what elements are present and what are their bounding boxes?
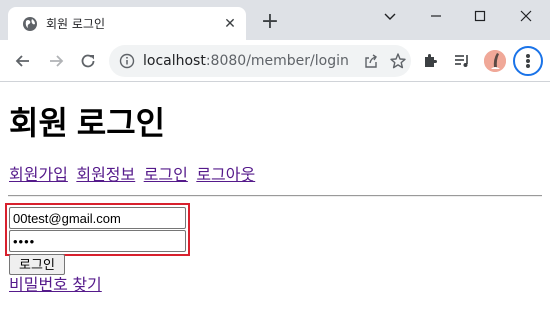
forward-arrow-icon[interactable] [45,50,67,72]
puzzle-icon[interactable] [421,51,441,71]
tab-title: 회원 로그인 [46,17,106,31]
divider [8,195,542,197]
profile-picture [484,50,506,72]
login-button[interactable]: 로그인 [9,254,65,275]
info-icon[interactable] [119,53,135,69]
kebab-menu-icon[interactable] [513,46,543,76]
minimize-icon[interactable] [424,6,448,26]
maximize-icon[interactable] [468,6,492,26]
browser-tab[interactable]: 회원 로그인 ✕ [8,7,246,41]
media-queue-icon[interactable] [452,51,472,71]
address-bar[interactable]: localhost:8080/member/login [109,45,411,77]
browser-toolbar: localhost:8080/member/login [0,40,550,82]
url-path: :8080/member/login [205,53,349,69]
tab-search-icon[interactable] [378,6,402,26]
star-icon[interactable] [389,52,407,70]
menu-dot [526,64,530,68]
avatar[interactable] [484,50,506,72]
plus-icon[interactable]: + [259,11,281,34]
back-arrow-icon[interactable] [12,50,34,72]
browser-titlebar: 회원 로그인 ✕ + [0,0,550,41]
page-title: 회원 로그인 [9,105,166,141]
nav-link-logout[interactable]: 로그아웃 [196,167,255,184]
close-icon[interactable]: ✕ [222,16,238,32]
page-content: 회원 로그인 회원가입 회원정보 로그인 로그아웃 로그인 비밀번호 찾기 [0,83,550,330]
url-text[interactable]: localhost:8080/member/login [143,52,349,70]
menu-dot [526,59,530,63]
nav-link-login[interactable]: 로그인 [144,167,188,184]
url-host: localhost [143,53,206,69]
globe-icon [23,17,37,31]
email-field[interactable] [9,207,186,229]
menu-dot [526,54,530,58]
share-icon[interactable] [363,53,379,69]
nav-link-member-info[interactable]: 회원정보 [76,167,135,184]
reload-icon[interactable] [77,50,99,72]
member-nav: 회원가입 회원정보 로그인 로그아웃 [9,166,259,186]
password-field[interactable] [9,230,186,252]
nav-link-signup[interactable]: 회원가입 [9,167,68,184]
find-password-link[interactable]: 비밀번호 찾기 [9,276,102,296]
close-icon[interactable] [514,6,538,26]
